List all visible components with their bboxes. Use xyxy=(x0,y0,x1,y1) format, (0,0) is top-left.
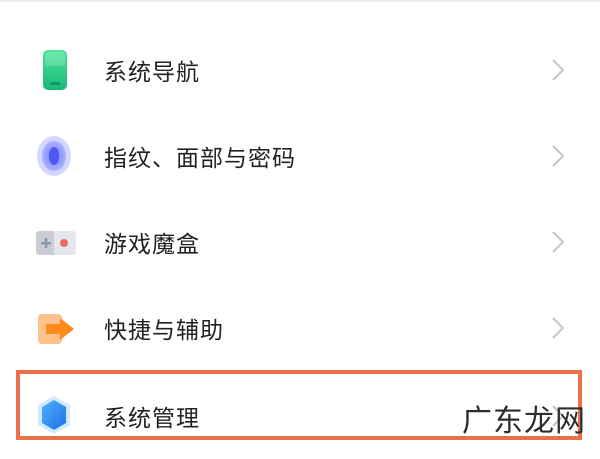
settings-item-shortcuts-accessibility[interactable]: 快捷与辅助 xyxy=(0,285,600,371)
phone-navigation-icon xyxy=(30,44,82,96)
settings-item-game-box[interactable]: 游戏魔盒 xyxy=(0,199,600,285)
fingerprint-icon xyxy=(30,130,82,182)
watermark: 广东龙网 xyxy=(462,404,586,439)
settings-item-fingerprint-face-password[interactable]: 指纹、面部与密码 xyxy=(0,113,600,199)
settings-item-system-navigation[interactable]: 系统导航 xyxy=(0,27,600,113)
chevron-right-icon xyxy=(548,228,568,256)
chevron-right-icon xyxy=(548,314,568,342)
chevron-right-icon xyxy=(548,142,568,170)
settings-item-label: 游戏魔盒 xyxy=(104,232,200,258)
game-box-icon xyxy=(30,216,82,268)
settings-screen: 系统导航 指纹、面部与密码 游戏魔盒 快捷与辅助 系统管理 广东龙网 xyxy=(0,0,600,450)
settings-item-label: 快捷与辅助 xyxy=(104,318,224,344)
settings-item-label: 系统导航 xyxy=(104,60,200,86)
settings-item-label: 指纹、面部与密码 xyxy=(104,146,296,172)
chevron-right-icon xyxy=(548,56,568,84)
shortcut-arrow-icon xyxy=(30,302,82,354)
divider xyxy=(0,0,600,2)
